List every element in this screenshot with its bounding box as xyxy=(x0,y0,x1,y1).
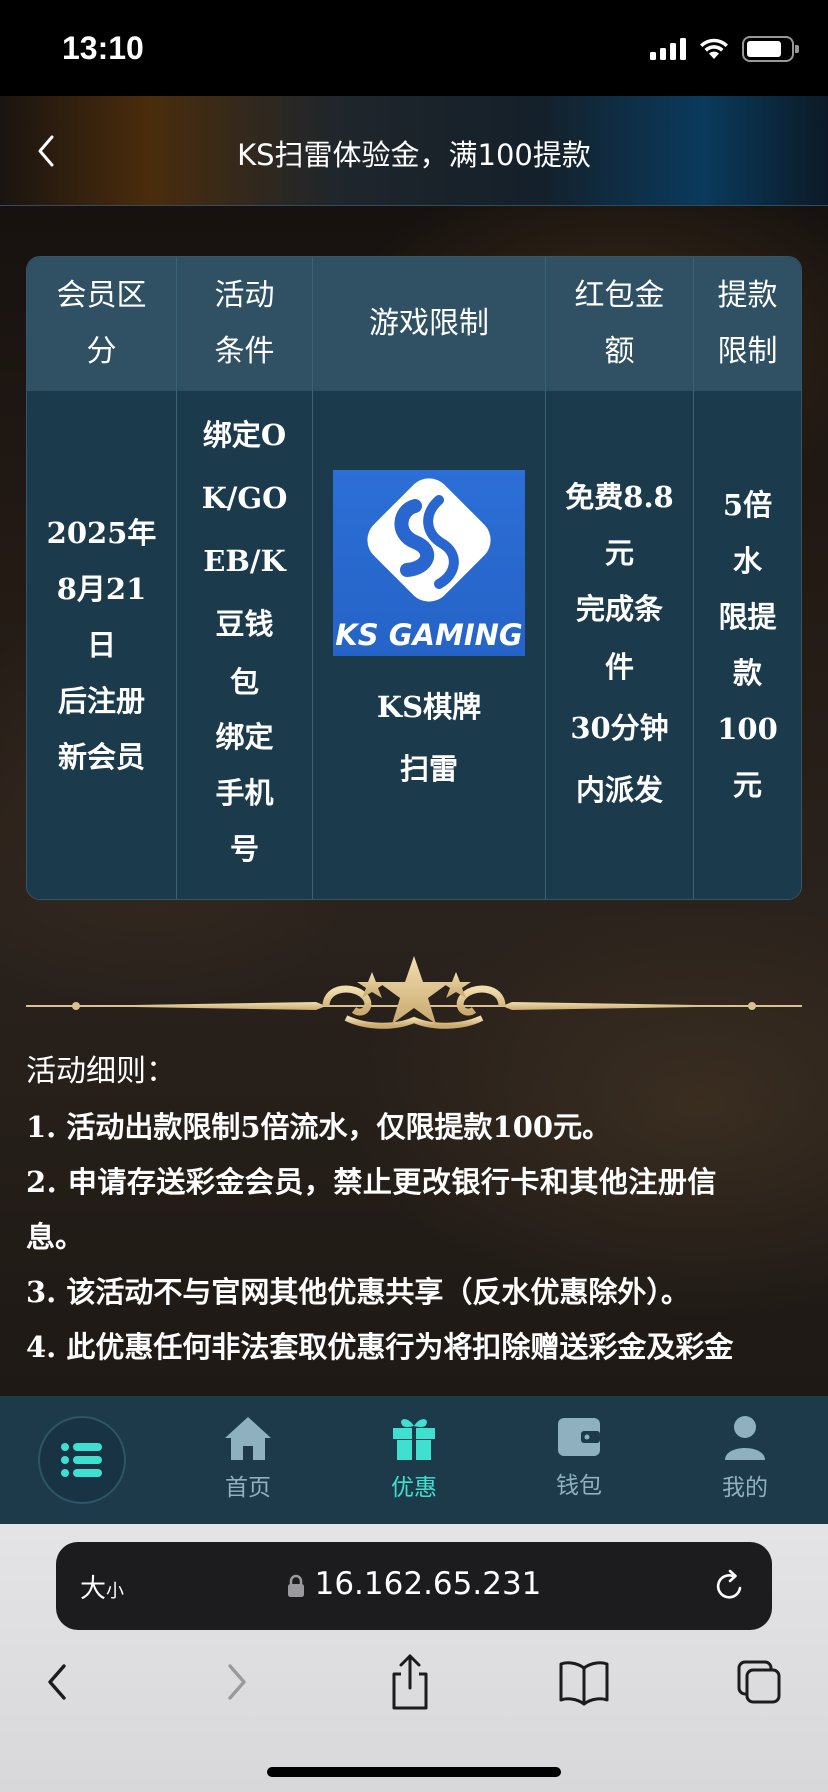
rule-item: 1. 活动出款限制5倍流水，仅限提款100元。 xyxy=(26,1110,612,1144)
rules-section: 活动细则： 1. 活动出款限制5倍流水，仅限提款100元。 2. 申请存送彩金会… xyxy=(26,1044,806,1375)
promo-content: 会员区 分 活动 条件 游戏限制 红包金 额 提款 限制 2025年 8月21 … xyxy=(0,206,828,1396)
status-bar: 13:10 xyxy=(0,0,828,96)
url-text: 16.162.65.231 xyxy=(314,1566,542,1602)
cell-bonus-amount: 免费8.8 元 完成条 件 30分钟 内派发 xyxy=(546,391,694,899)
ks-gaming-logo: KS GAMING xyxy=(333,470,525,656)
ornament-divider xyxy=(26,956,802,1029)
status-time: 13:10 xyxy=(62,30,144,66)
reload-icon xyxy=(716,1569,742,1599)
rule-item: 2. 申请存送彩金会员，禁止更改银行卡和其他注册信 xyxy=(26,1165,717,1199)
rule-item: 3. 该活动不与官网其他优惠共享（反水优惠除外）。 xyxy=(26,1275,690,1309)
rule-item: 息。 xyxy=(26,1220,85,1254)
cell-member-type: 2025年 8月21 日 后注册 新会员 xyxy=(27,391,177,899)
cell-withdraw-limit: 5倍 水 限提 款 100 元 xyxy=(717,488,778,802)
lock-icon xyxy=(287,1574,304,1597)
browser-chrome: 大小 16.162.65.231 xyxy=(0,1524,828,1792)
header-condition: 活动 条件 xyxy=(177,257,313,391)
tab-home[interactable]: 首页 xyxy=(203,1414,293,1514)
browser-back-button[interactable] xyxy=(40,1652,76,1716)
browser-toolbar xyxy=(0,1652,828,1712)
promo-table: 会员区 分 活动 条件 游戏限制 红包金 额 提款 限制 2025年 8月21 … xyxy=(26,256,802,900)
tabs-icon xyxy=(737,1660,781,1704)
battery-icon xyxy=(742,36,799,62)
list-menu-icon xyxy=(61,1443,102,1477)
page-header: KS扫雷体验金，满100提款 xyxy=(0,96,828,206)
home-indicator xyxy=(267,1767,561,1777)
rule-item: 4. 此优惠任何非法套取优惠行为将扣除赠送彩金及彩金 xyxy=(26,1330,734,1364)
header-member-type: 会员区 分 xyxy=(27,257,177,391)
status-icons xyxy=(650,36,799,62)
table-header-row: 会员区 分 活动 条件 游戏限制 红包金 额 提款 限制 xyxy=(27,257,801,391)
header-withdraw-limit: 提款 限制 xyxy=(717,278,778,369)
tab-mine[interactable]: 我的 xyxy=(700,1414,790,1514)
menu-button[interactable] xyxy=(38,1416,126,1504)
url-field[interactable]: 16.162.65.231 xyxy=(56,1566,772,1602)
tab-wallet[interactable]: 钱包 xyxy=(534,1414,624,1514)
home-icon xyxy=(225,1417,271,1460)
user-icon xyxy=(725,1416,765,1460)
gift-icon xyxy=(393,1419,435,1460)
address-bar[interactable]: 大小 16.162.65.231 xyxy=(56,1542,772,1630)
cellular-signal-icon xyxy=(650,38,686,60)
cell-game-limit: KS GAMING KS棋牌 扫雷 xyxy=(313,391,546,899)
table-row: 2025年 8月21 日 后注册 新会员 绑定O K/GO EB/K 豆钱 包 … xyxy=(27,391,801,899)
chevron-right-icon xyxy=(228,1664,246,1700)
reload-button[interactable] xyxy=(712,1568,748,1608)
bottom-tab-bar: 首页 优惠 钱包 我的 xyxy=(0,1396,828,1524)
header-bonus-amount: 红包金 额 xyxy=(546,257,694,391)
wifi-icon xyxy=(700,38,728,59)
tabs-button[interactable] xyxy=(736,1652,784,1716)
page-title: KS扫雷体验金，满100提款 xyxy=(237,138,591,172)
wallet-icon xyxy=(558,1418,600,1456)
rules-title: 活动细则： xyxy=(26,1054,176,1089)
share-icon xyxy=(392,1654,428,1710)
browser-forward-button[interactable] xyxy=(218,1652,254,1716)
book-icon xyxy=(559,1661,609,1706)
tab-promo[interactable]: 优惠 xyxy=(369,1414,459,1514)
header-game-limit: 游戏限制 xyxy=(313,257,546,391)
chevron-left-icon xyxy=(48,1664,66,1700)
bookmarks-button[interactable] xyxy=(558,1652,610,1716)
cell-condition: 绑定O K/GO EB/K 豆钱 包 绑定 手机 号 xyxy=(177,391,313,899)
share-button[interactable] xyxy=(386,1652,434,1716)
